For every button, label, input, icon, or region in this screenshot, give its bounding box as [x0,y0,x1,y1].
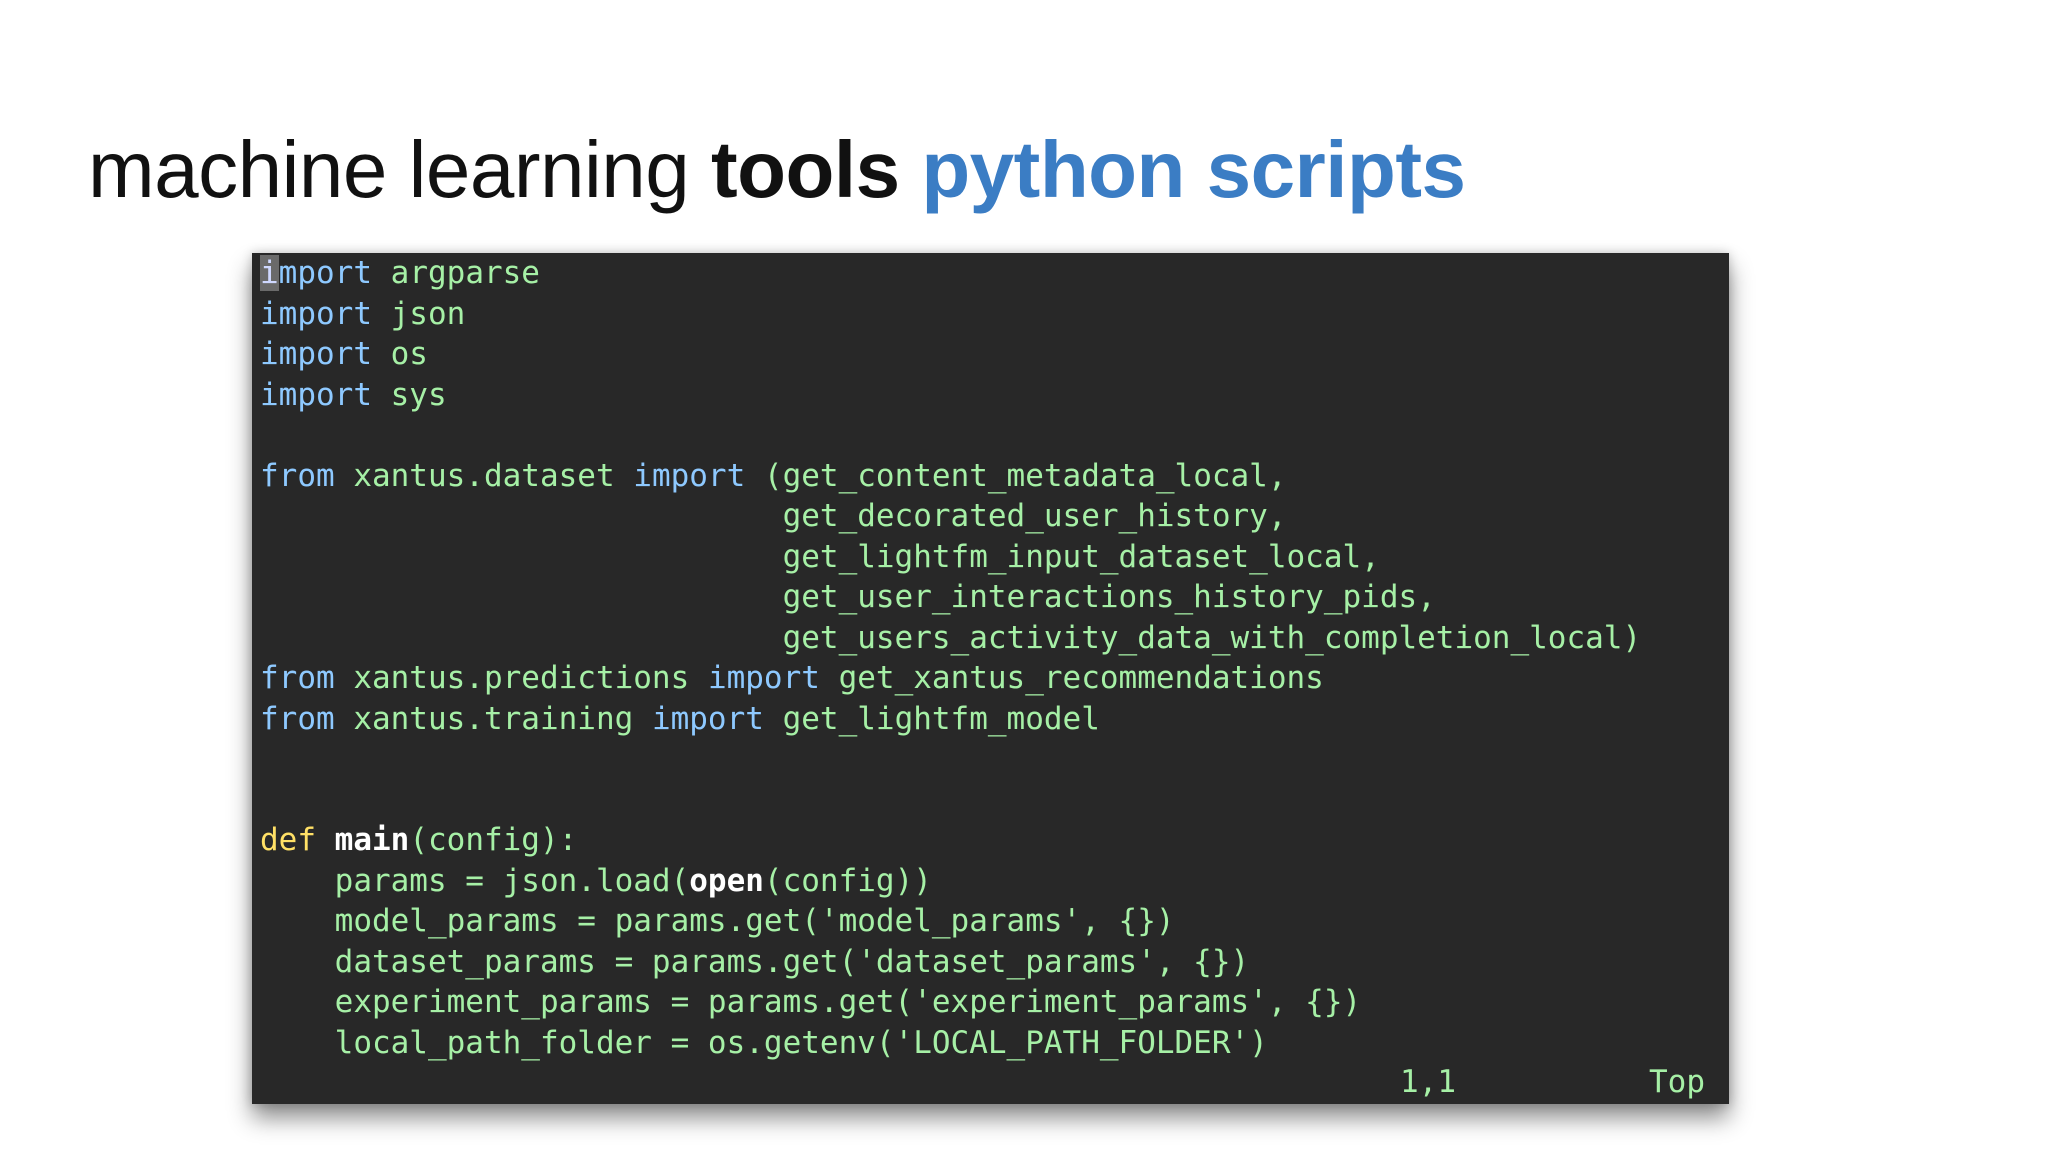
code-token: xantus.predictions [334,660,708,696]
code-token: model_params = params.get('model_params'… [260,903,1175,939]
code-line: get_user_interactions_history_pids, [260,577,1641,618]
code-line: from xantus.predictions import get_xantu… [260,658,1641,699]
vim-status-line: 1,1 Top [252,1060,1729,1104]
code-token: dataset_params = params.get('dataset_par… [260,943,1250,980]
code-token: get_xantus_recommendations [819,660,1324,696]
code-token: argparse [372,255,540,291]
cursor-position: 1,1 [1400,1064,1456,1100]
code-token: local_path_folder = os.getenv('LOCAL_PAT… [260,1024,1268,1061]
scroll-position: Top [1649,1064,1705,1100]
code-token: (config): [409,822,578,858]
code-token: xantus.training [334,700,652,737]
code-token: get_users_activity_data_with_completion_… [260,619,1642,656]
code-line: params = json.load(open(config)) [260,861,1641,902]
code-line: get_lightfm_input_dataset_local, [260,537,1641,578]
code-line: model_params = params.get('model_params'… [260,901,1641,942]
code-token: (config)) [763,862,932,899]
title-accent-text: python scripts [921,125,1466,214]
code-token: def [260,822,316,858]
code-token: (get_content_metadata_local, [745,457,1287,494]
code-token: import [260,376,372,413]
code-line: import argparse [260,253,1641,294]
code-token: sys [371,376,447,413]
code-token: from [260,457,335,494]
code-line: local_path_folder = os.getenv('LOCAL_PAT… [260,1023,1641,1064]
title-text: machine learning [88,125,711,214]
code-token: get_lightfm_input_dataset_local, [260,538,1380,575]
code-token: os [371,336,428,372]
slide: machine learning tools python scripts im… [0,0,2048,1152]
code-token: from [260,700,335,737]
vim-editor-window[interactable]: import argparse import json import os impor… [252,253,1729,1104]
slide-title: machine learning tools python scripts [88,112,1466,227]
code-token: import [651,700,764,737]
code-line: import json [260,294,1641,335]
text-cursor: i [260,255,279,291]
code-token: params = json.load( [260,862,690,899]
code-token: import [260,336,372,372]
code-token: open [689,862,764,899]
code-token: import [260,295,372,332]
code-token: from [260,660,335,696]
code-line: get_users_activity_data_with_completion_… [260,618,1642,659]
code-line: from xantus.dataset import (get_content_… [260,456,1641,497]
code-token: get_user_interactions_history_pids, [260,579,1436,615]
code-line: from xantus.training import get_lightfm_… [260,699,1641,740]
code-line: get_decorated_user_history, [260,496,1641,537]
code-token: mport [278,255,372,291]
title-bold-text: tools [710,125,900,214]
code-token: import [633,457,746,494]
code-token: json [371,295,466,332]
code-token: main [334,822,410,858]
code-token: xantus.dataset [334,457,634,494]
code-line: def main(config): [260,820,1641,861]
code-line: import os [260,334,1641,375]
code-line: dataset_params = params.get('dataset_par… [260,942,1641,983]
code-token: get_decorated_user_history, [260,498,1287,534]
code-line: import sys [260,375,1641,416]
code-token: import [707,660,820,696]
code-line: experiment_params = params.get('experime… [260,982,1641,1023]
code-token: experiment_params = params.get('experime… [260,984,1362,1020]
code-buffer[interactable]: import argparse import json import os impor… [260,253,1641,1063]
code-token: get_lightfm_model [763,700,1100,737]
